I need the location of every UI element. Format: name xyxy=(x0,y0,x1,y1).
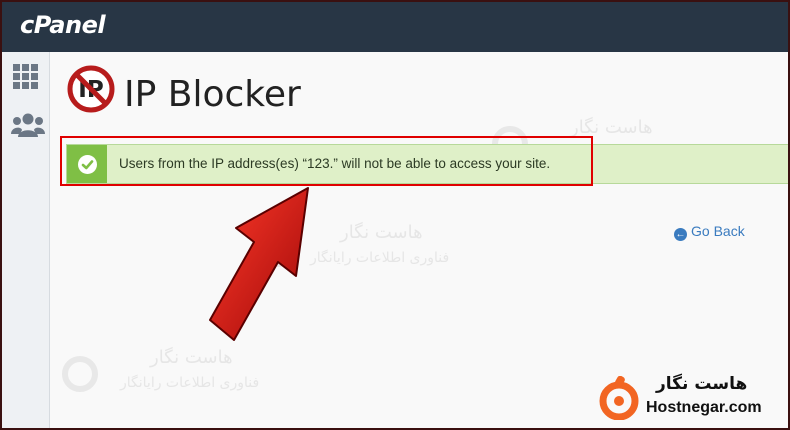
sidebar xyxy=(2,52,50,428)
watermark-logo-icon xyxy=(62,356,98,392)
grid-icon[interactable] xyxy=(11,62,41,90)
hostnegar-branding: هاست نگار Hostnegar.com xyxy=(594,374,784,424)
top-bar: cPanel xyxy=(2,2,788,52)
watermark-name: هاست نگار xyxy=(340,222,423,243)
ip-blocked-icon: IP xyxy=(67,65,115,113)
screenshot-frame: cPanel هاست نگار فناوری اطلاعات رایانگار… xyxy=(2,2,788,428)
back-arrow-icon: ← xyxy=(674,228,687,241)
pointer-arrow-icon xyxy=(209,187,309,341)
brand-name-fa: هاست نگار xyxy=(656,374,748,394)
main-content: هاست نگار فناوری اطلاعات رایانگار هاست ن… xyxy=(50,52,788,428)
watermark-tagline: فناوری اطلاعات رایانگار xyxy=(310,250,450,266)
cpanel-logo[interactable]: cPanel xyxy=(20,11,106,39)
go-back-label: Go Back xyxy=(691,223,745,239)
watermark-tagline: فناوری اطلاعات رایانگار xyxy=(120,375,260,391)
brand-site: Hostnegar.com xyxy=(646,399,762,416)
users-icon[interactable] xyxy=(11,112,45,140)
go-back-link[interactable]: ← Go Back xyxy=(674,223,745,241)
page-title: IP Blocker xyxy=(124,74,301,115)
hostnegar-logo-icon xyxy=(599,376,639,420)
watermark-name: هاست نگار xyxy=(570,117,653,138)
highlight-box xyxy=(60,136,593,186)
